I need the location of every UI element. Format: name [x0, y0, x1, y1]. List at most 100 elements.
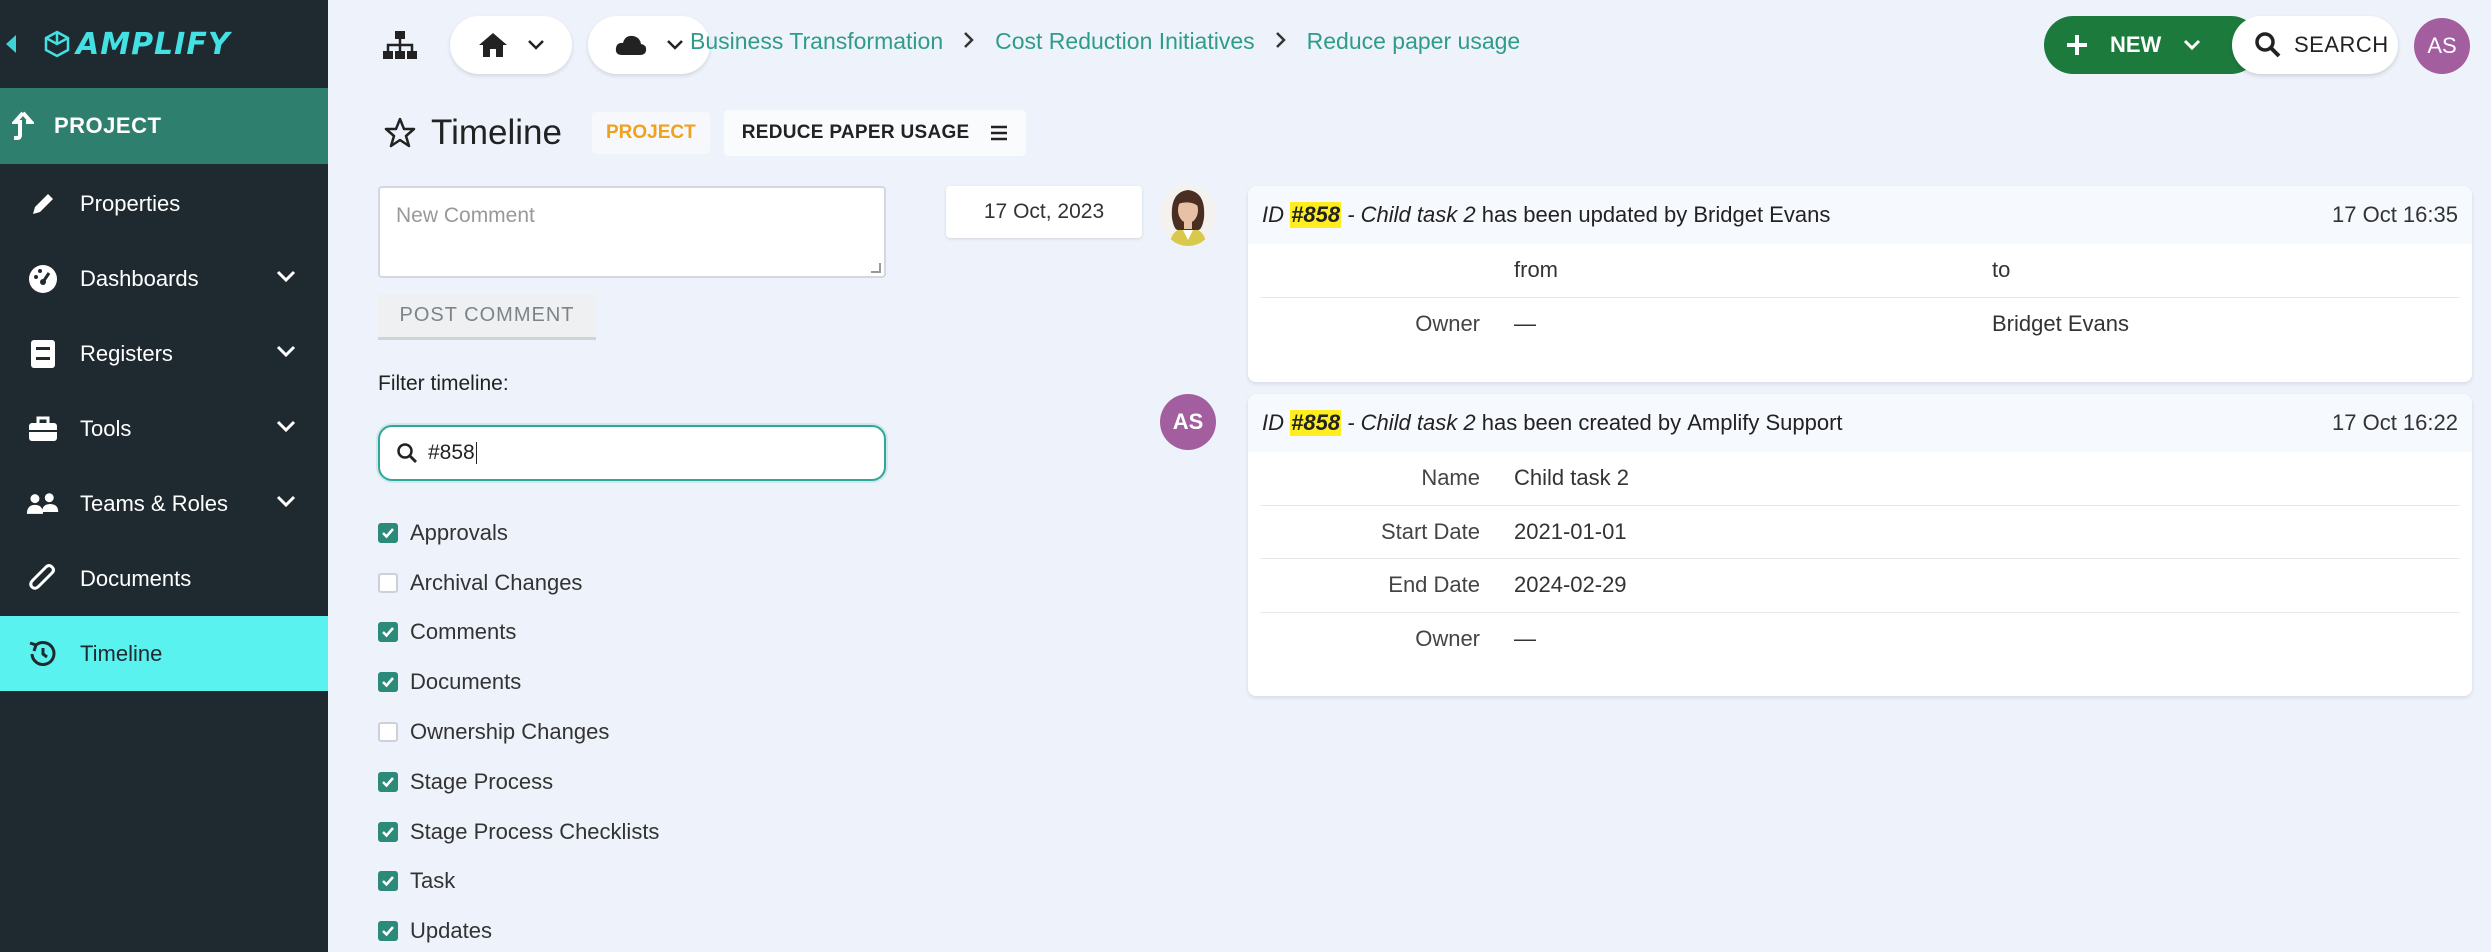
search-button[interactable]: SEARCH — [2232, 16, 2398, 74]
new-button[interactable]: NEW — [2044, 16, 2260, 74]
filter-option-label: Updates — [410, 918, 492, 944]
breadcrumb: Business Transformation Cost Reduction I… — [690, 28, 1520, 55]
search-button-label: SEARCH — [2294, 32, 2389, 57]
field-value: 2024-02-29 — [1514, 572, 1627, 598]
breadcrumb-current[interactable]: Reduce paper usage — [1307, 28, 1521, 55]
logo-bar: AMPLIFY — [0, 0, 328, 88]
register-icon — [26, 337, 60, 371]
brand-logo[interactable]: AMPLIFY — [44, 27, 231, 62]
toolbox-icon — [26, 412, 60, 446]
user-avatar[interactable]: AS — [2414, 18, 2470, 74]
filter-option-label: Stage Process Checklists — [410, 818, 660, 844]
checkbox-unchecked[interactable] — [378, 722, 398, 743]
cloud-icon — [615, 35, 647, 55]
plus-icon — [2067, 35, 2087, 55]
sidebar-project-header[interactable]: PROJECT — [0, 88, 328, 164]
sidebar-project-label: PROJECT — [54, 113, 162, 138]
sidebar-item-label: Registers — [80, 340, 173, 366]
entry-time: 17 Oct 16:35 — [2332, 202, 2458, 227]
timeline-entry-header: ID #858 - Child task 2 has been updated … — [1248, 186, 2472, 244]
sidebar-item-label: Teams & Roles — [80, 490, 228, 516]
users-icon — [26, 487, 60, 521]
search-icon — [397, 443, 417, 463]
change-row: Owner — Bridget Evans — [1260, 298, 2460, 352]
checkbox-checked[interactable] — [378, 921, 398, 942]
sidebar-item-label: Timeline — [80, 640, 163, 666]
cube-icon — [44, 30, 70, 58]
entry-id-link[interactable]: #858 — [1290, 202, 1342, 228]
sidebar-item-timeline[interactable]: Timeline — [0, 616, 328, 691]
resize-handle[interactable] — [871, 263, 881, 273]
new-button-label: NEW — [2110, 32, 2162, 57]
chevron-down-icon[interactable] — [276, 419, 296, 433]
column-header-from: from — [1514, 257, 1558, 283]
filter-option-comments[interactable]: Comments — [378, 608, 659, 658]
entity-name-label: REDUCE PAPER USAGE — [741, 122, 970, 143]
filter-option-task[interactable]: Task — [378, 857, 659, 907]
entry-time: 17 Oct 16:22 — [2332, 410, 2458, 435]
sidebar-item-label: Dashboards — [80, 265, 199, 291]
sidebar-item-label: Tools — [80, 415, 132, 441]
home-menu-button[interactable] — [450, 16, 572, 74]
breadcrumb-link[interactable]: Business Transformation — [690, 28, 943, 55]
filter-option-documents[interactable]: Documents — [378, 657, 659, 707]
comment-placeholder: New Comment — [396, 204, 535, 227]
checkbox-checked[interactable] — [378, 672, 398, 693]
field-name: Owner — [1415, 626, 1480, 652]
field-name: End Date — [1388, 572, 1480, 598]
filter-option-stage-process[interactable]: Stage Process — [378, 757, 659, 807]
star-icon[interactable] — [383, 116, 417, 150]
home-icon — [479, 33, 507, 57]
chevron-right-icon — [1275, 28, 1287, 55]
sidebar-item-properties[interactable]: Properties — [0, 166, 328, 241]
collapse-sidebar-icon[interactable] — [6, 35, 16, 53]
field-name: Start Date — [1380, 518, 1480, 544]
checkbox-checked[interactable] — [378, 622, 398, 643]
checkbox-checked[interactable] — [378, 821, 398, 842]
entity-type-badge: PROJECT — [591, 112, 710, 154]
sidebar-item-tools[interactable]: Tools — [0, 391, 328, 466]
timeline-entry-card: ID #858 - Child task 2 has been created … — [1248, 394, 2472, 696]
sidebar-item-label: Properties — [80, 190, 181, 216]
filter-option-label: Comments — [410, 619, 517, 645]
sidebar-item-registers[interactable]: Registers — [0, 316, 328, 391]
filter-option-stage-process-checklists[interactable]: Stage Process Checklists — [378, 807, 659, 857]
chevron-down-icon[interactable] — [276, 494, 296, 508]
filter-option-label: Archival Changes — [410, 569, 583, 595]
entry-id-link[interactable]: #858 — [1290, 410, 1342, 436]
breadcrumb-link[interactable]: Cost Reduction Initiatives — [995, 28, 1255, 55]
entity-name-badge[interactable]: REDUCE PAPER USAGE — [723, 110, 1026, 156]
filter-option-ownership-changes[interactable]: Ownership Changes — [378, 707, 659, 757]
entry-user: Bridget Evans — [1693, 202, 1831, 227]
field-to-value: Bridget Evans — [1992, 311, 2129, 337]
gauge-icon — [26, 262, 60, 296]
sidebar-item-teams-roles[interactable]: Teams & Roles — [0, 466, 328, 541]
sidebar-item-documents[interactable]: Documents — [0, 541, 328, 616]
checkbox-unchecked[interactable] — [378, 572, 398, 593]
brand-name: AMPLIFY — [76, 26, 231, 62]
chevron-down-icon[interactable] — [276, 344, 296, 358]
filter-option-approvals[interactable]: Approvals — [378, 508, 659, 558]
checkbox-checked[interactable] — [378, 871, 398, 892]
checkbox-checked[interactable] — [378, 771, 398, 792]
chevron-down-icon — [528, 40, 544, 50]
history-icon — [26, 637, 60, 671]
field-value: Child task 2 — [1514, 465, 1629, 491]
filter-search-input[interactable]: #858 — [378, 425, 886, 481]
filter-option-label: Ownership Changes — [410, 719, 610, 745]
user-initials-avatar: AS — [1160, 394, 1216, 450]
filter-option-archival-changes[interactable]: Archival Changes — [378, 558, 659, 608]
filter-option-updates[interactable]: Updates — [378, 906, 659, 952]
detail-row: Start Date 2021-01-01 — [1260, 506, 2460, 559]
field-name: Name — [1421, 465, 1480, 491]
search-icon — [2255, 32, 2281, 58]
post-comment-button[interactable]: POST COMMENT — [378, 294, 596, 340]
filter-label: Filter timeline: — [378, 372, 509, 395]
page-title: Timeline — [431, 113, 562, 152]
checkbox-checked[interactable] — [378, 522, 398, 543]
filter-option-label: Stage Process — [410, 768, 554, 794]
sidebar-item-dashboards[interactable]: Dashboards — [0, 241, 328, 316]
comment-textarea[interactable]: New Comment — [378, 186, 886, 278]
chevron-down-icon[interactable] — [276, 269, 296, 283]
hierarchy-icon[interactable] — [378, 16, 422, 74]
